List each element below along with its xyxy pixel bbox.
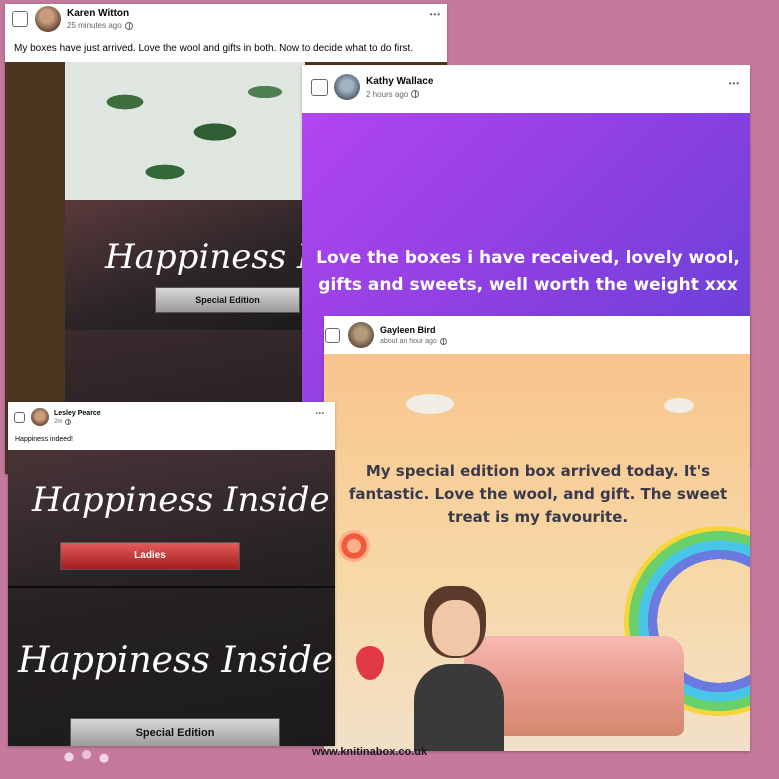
post-header: Gayleen Bird about an hour ago [324,316,750,354]
post-time[interactable]: about an hour ago [380,338,437,345]
cloud-left [406,394,454,414]
post-text: My special edition box arrived today. It… [348,462,728,526]
special-edition-sign: Special Edition [155,287,300,313]
more-options-icon[interactable]: ••• [316,411,325,417]
post-lesley: Lesley Pearce 2m ••• Happiness indeed! H… [8,402,335,746]
ladies-sign: Ladies [60,542,240,570]
box-divider [8,586,335,588]
post-time[interactable]: 2m [54,419,62,425]
globe-icon [439,338,447,345]
avatar[interactable] [334,74,360,100]
post-time[interactable]: 25 minutes ago [67,21,122,30]
select-checkbox[interactable] [12,11,28,27]
post-gayleen: Gayleen Bird about an hour ago My specia… [324,316,750,751]
globe-icon [124,21,133,30]
post-text: Love the boxes i have received, lovely w… [316,248,740,295]
author-name[interactable]: Lesley Pearce [54,410,101,417]
more-options-icon[interactable]: ••• [729,79,740,88]
post-header: Karen Witton 25 minutes ago ••• [5,4,447,34]
leaf-fabric [65,62,305,202]
avatar[interactable] [31,408,49,426]
globe-icon [65,418,72,425]
post-text: Happiness indeed! [15,436,73,443]
globe-icon [411,90,420,98]
cloud-right [664,398,694,413]
select-checkbox[interactable] [325,327,340,343]
post-photo: Happiness Inside Ladies Happiness Inside… [8,450,335,746]
box-script-text-bottom: Happiness Inside [18,640,334,681]
more-options-icon[interactable]: ••• [430,10,441,19]
post-header: Lesley Pearce 2m ••• [8,402,335,432]
special-edition-sign: Special Edition [70,718,280,746]
post-time[interactable]: 2 hours ago [366,90,408,99]
box-script-text-top: Happiness Inside [32,480,330,520]
flower-decoration [55,745,125,769]
post-header: Kathy Wallace 2 hours ago ••• [302,65,750,109]
avatar[interactable] [348,322,374,348]
author-name[interactable]: Kathy Wallace [366,76,433,87]
avatar[interactable] [35,6,61,32]
lollipop-left [338,530,370,562]
footer-url: www.knitinabox.co.uk [312,746,428,758]
author-name[interactable]: Gayleen Bird [380,325,447,335]
select-checkbox[interactable] [311,78,328,96]
select-checkbox[interactable] [14,411,25,423]
author-name[interactable]: Karen Witton [67,8,133,19]
post-text: My boxes have just arrived. Love the woo… [14,43,414,54]
avatar-illustration [404,586,514,751]
